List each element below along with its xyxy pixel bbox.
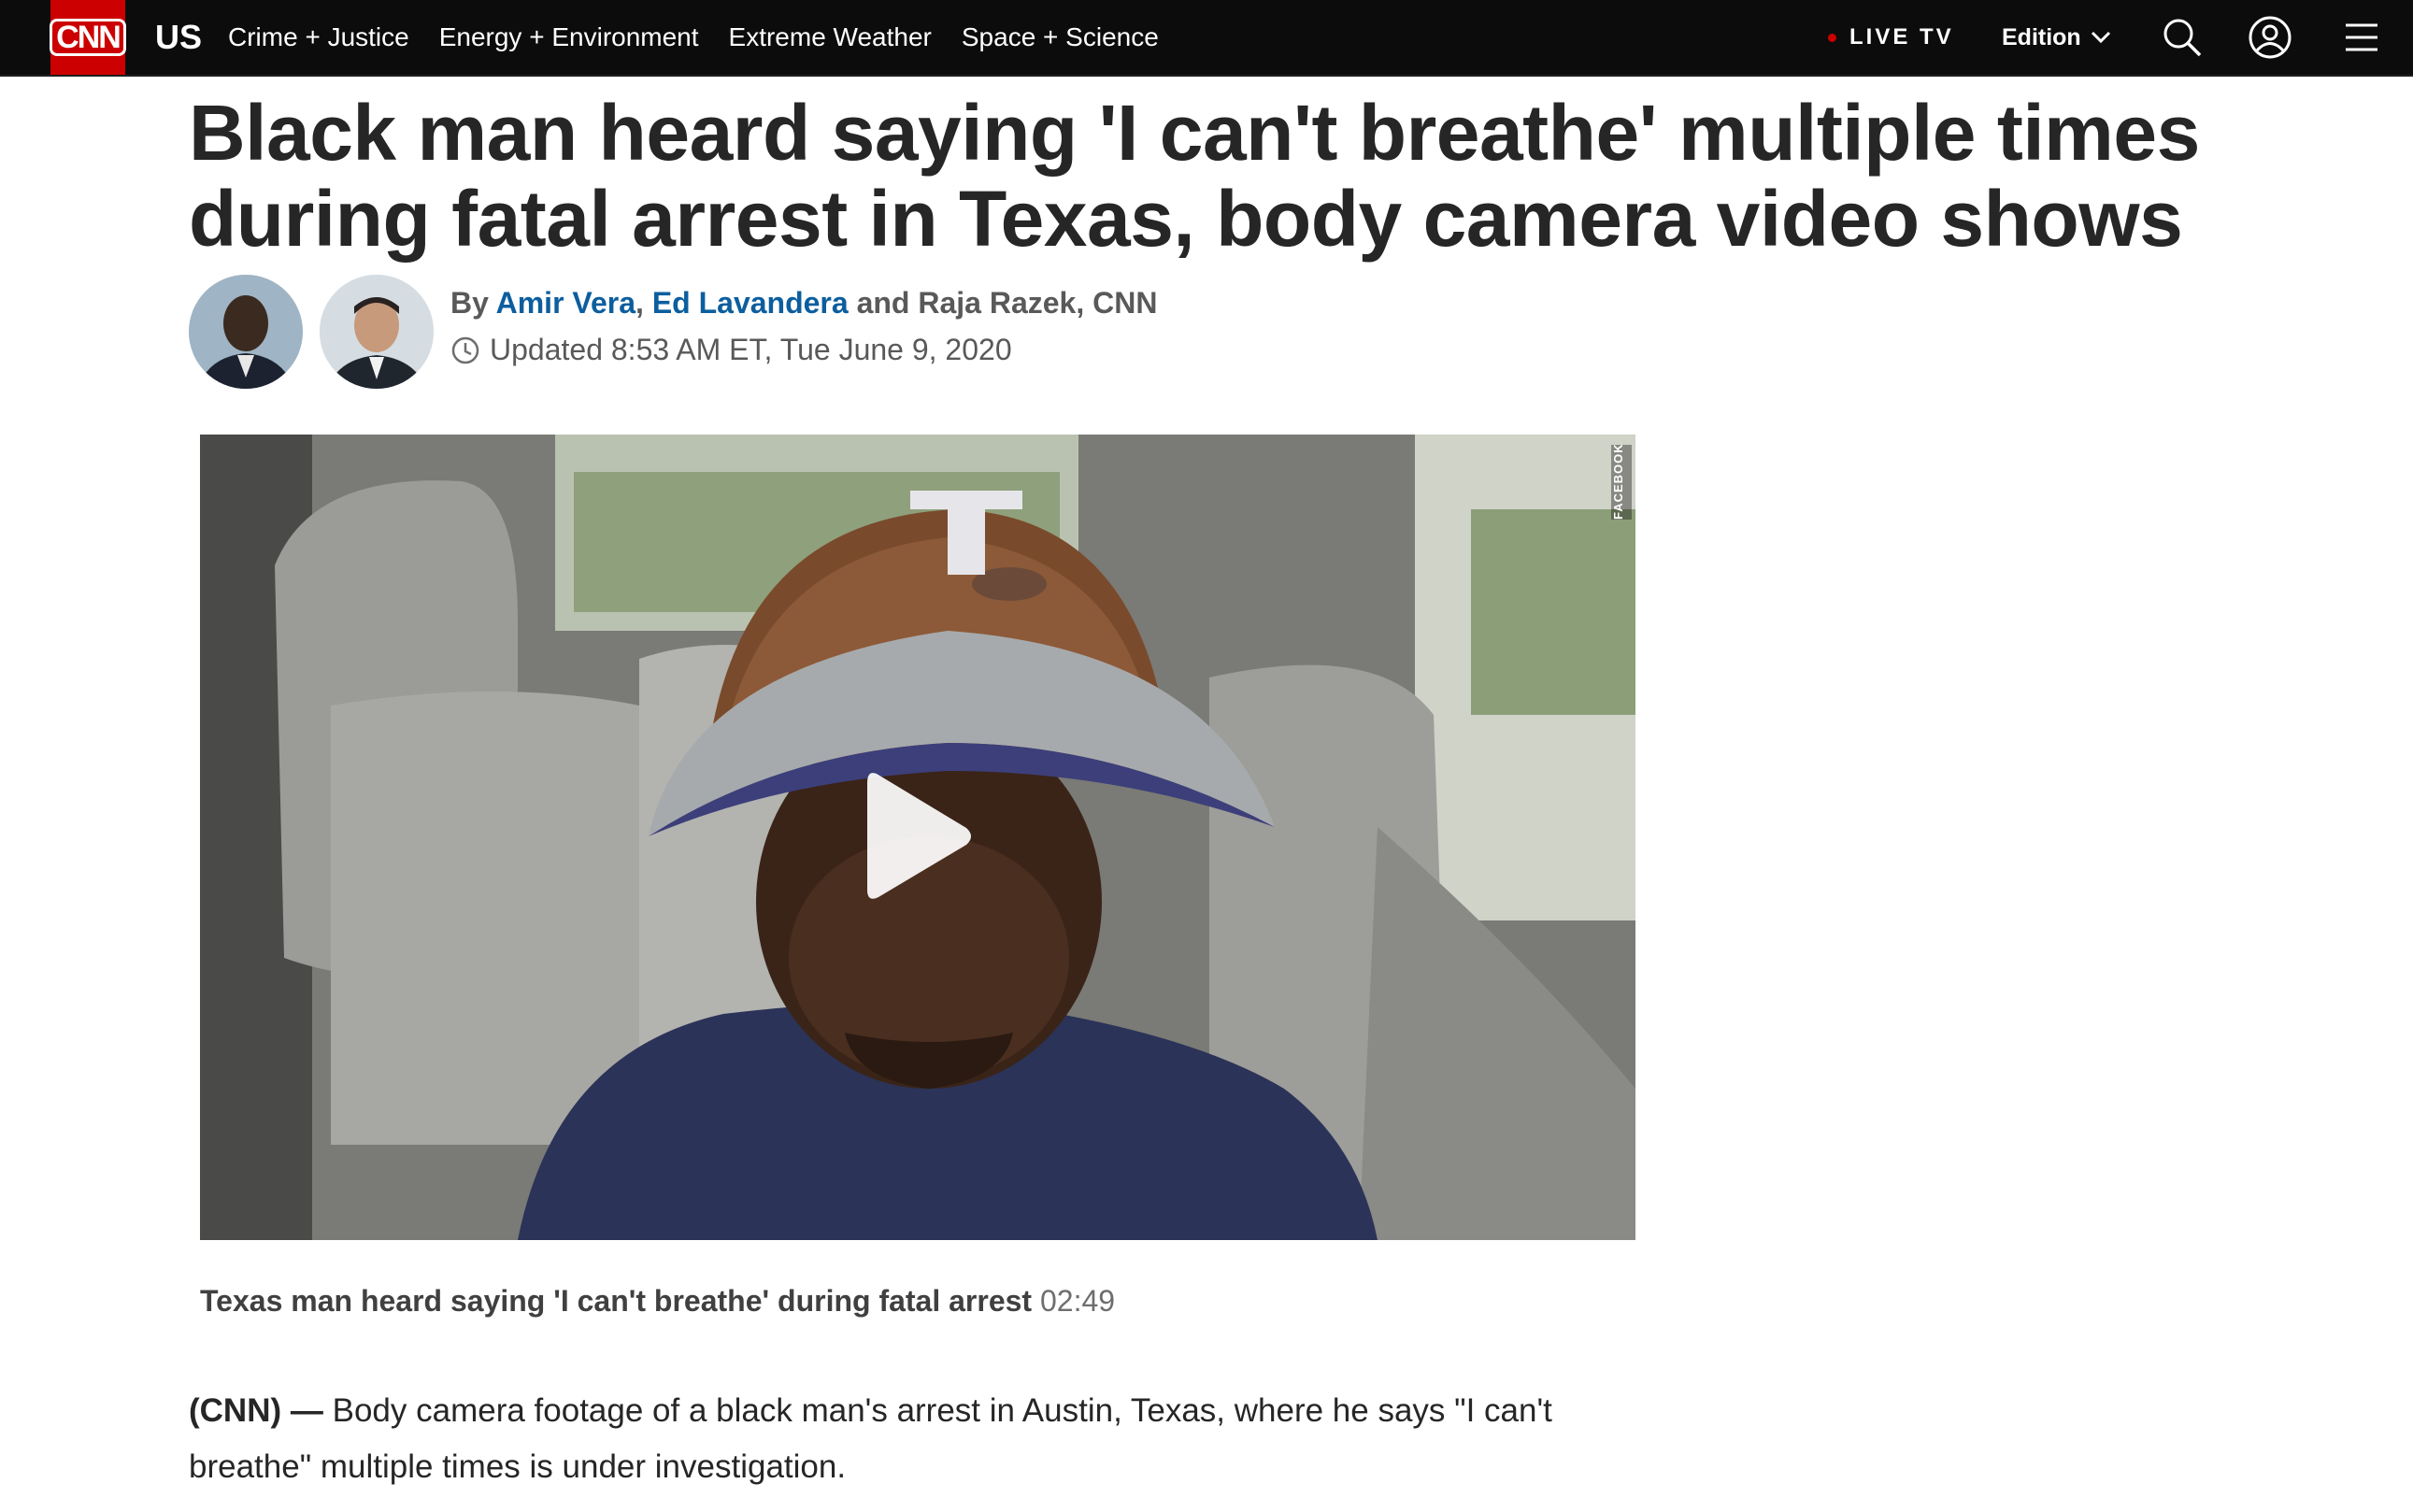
paragraph-text: Body camera footage of a black man's arr…: [189, 1392, 1552, 1485]
video-caption: Texas man heard saying 'I can't breathe'…: [200, 1284, 1115, 1319]
byline-remaining-authors: and Raja Razek, CNN: [856, 286, 1158, 320]
play-icon[interactable]: [864, 766, 976, 906]
edition-selector[interactable]: Edition: [2002, 0, 2111, 75]
live-indicator-dot: [1828, 33, 1836, 42]
author-link-amir-vera[interactable]: Amir Vera: [496, 286, 635, 320]
author-avatar-ed-lavandera[interactable]: [320, 275, 434, 389]
video-caption-title[interactable]: Texas man heard saying 'I can't breathe'…: [200, 1284, 1032, 1318]
section-name[interactable]: US: [155, 0, 202, 75]
nav-link-energy-environment[interactable]: Energy + Environment: [439, 0, 699, 75]
edition-label: Edition: [2002, 24, 2081, 50]
byline-separator: ,: [635, 286, 644, 320]
author-avatar-amir-vera[interactable]: [189, 275, 303, 389]
top-navigation-bar: CNN US Crime + Justice Energy + Environm…: [0, 0, 2413, 77]
update-timestamp: Updated 8:53 AM ET, Tue June 9, 2020: [450, 333, 1012, 367]
chevron-down-icon: [2091, 31, 2110, 44]
cnn-logo[interactable]: CNN: [50, 0, 126, 75]
author-link-ed-lavandera[interactable]: Ed Lavandera: [652, 286, 849, 320]
article-first-paragraph: (CNN) — Body camera footage of a black m…: [189, 1383, 1647, 1495]
author-photo: [320, 275, 434, 389]
hamburger-menu-icon[interactable]: [2340, 16, 2383, 59]
section-nav-links: Crime + Justice Energy + Environment Ext…: [228, 0, 1159, 75]
nav-link-space-science[interactable]: Space + Science: [962, 0, 1159, 75]
author-photo: [189, 275, 303, 389]
cnn-logo-text: CNN: [50, 19, 126, 56]
user-account-icon[interactable]: [2249, 16, 2292, 59]
byline-prefix: By: [450, 286, 489, 320]
byline: By Amir Vera, Ed Lavandera and Raja Raze…: [450, 286, 1157, 321]
live-tv-label: LIVE TV: [1849, 24, 1954, 50]
dateline: (CNN) —: [189, 1392, 323, 1429]
video-watermark: FACEBOOK: [1611, 443, 1632, 520]
clock-icon: [451, 336, 479, 364]
video-duration: 02:49: [1039, 1284, 1116, 1318]
update-timestamp-text: Updated 8:53 AM ET, Tue June 9, 2020: [490, 333, 1012, 366]
search-icon[interactable]: [2161, 16, 2204, 59]
nav-link-extreme-weather[interactable]: Extreme Weather: [729, 0, 932, 75]
live-tv-link[interactable]: LIVE TV: [1828, 0, 1954, 75]
article-headline: Black man heard saying 'I can't breathe'…: [189, 89, 2200, 263]
nav-link-crime-justice[interactable]: Crime + Justice: [228, 0, 409, 75]
